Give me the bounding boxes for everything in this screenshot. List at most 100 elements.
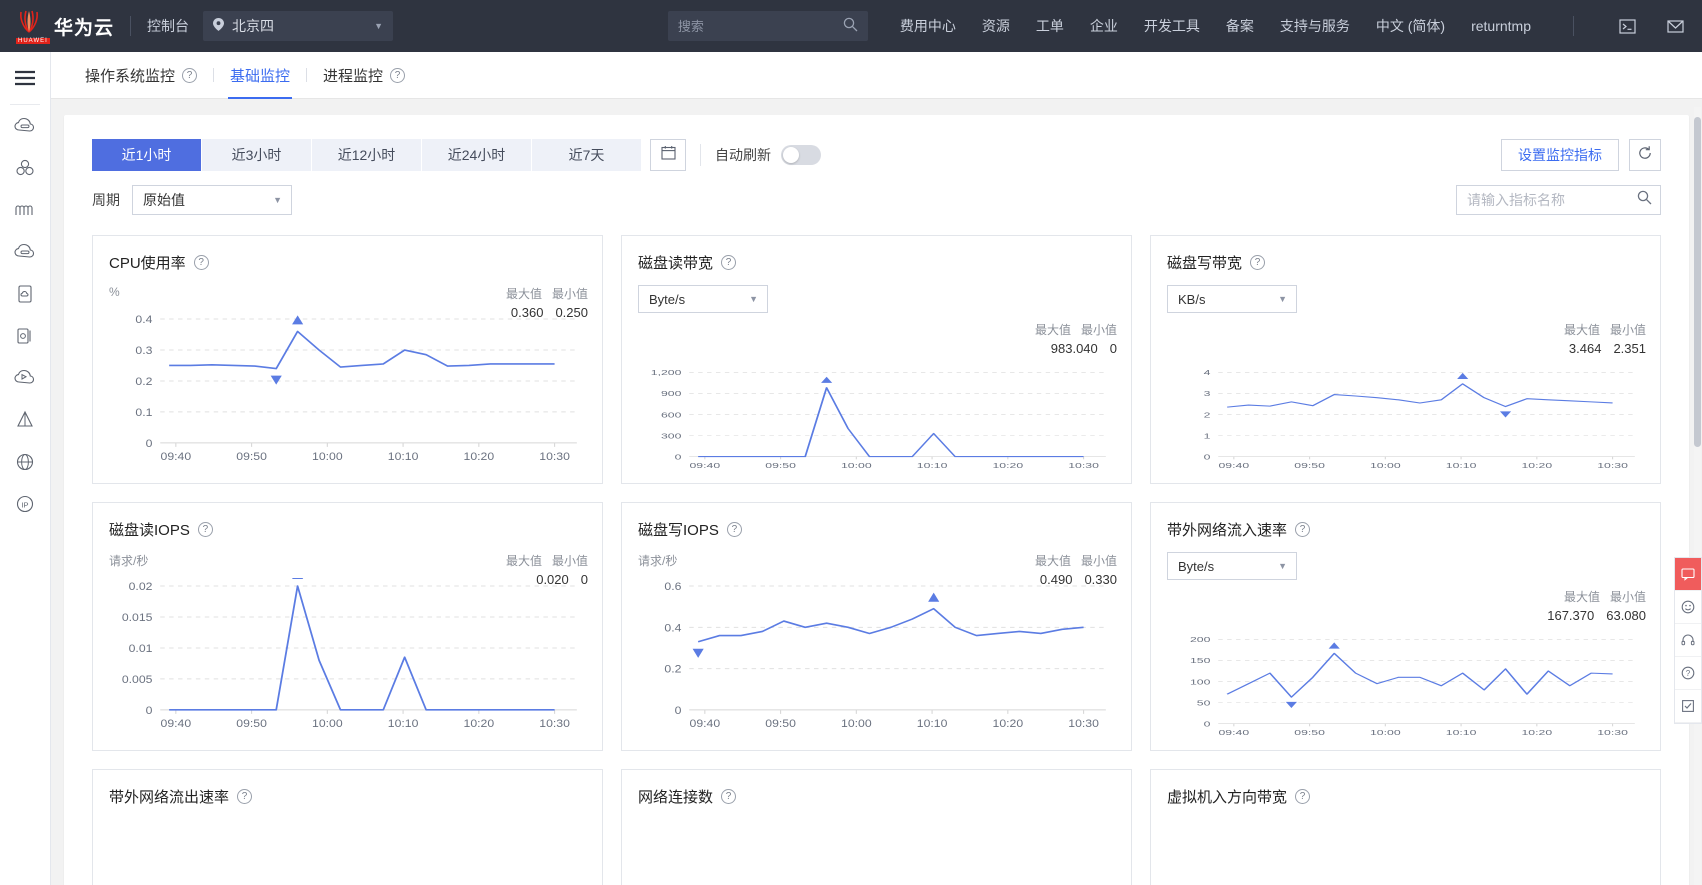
- region-selector[interactable]: 北京四 ▼: [203, 11, 394, 41]
- svg-text:0: 0: [1204, 453, 1211, 461]
- range-1h[interactable]: 近1小时: [92, 139, 202, 171]
- metric-card: 带外网络流入速率 ? Byte/s ▼ 最大值 最小值 167.370 63.080…: [1150, 502, 1661, 751]
- metric-stats: 最大值 最小值 3.464 2.351: [1564, 321, 1646, 359]
- tab-basic-monitor-label: 基础监控: [230, 67, 291, 85]
- period-select[interactable]: 原始值 ▼: [132, 185, 292, 215]
- pyramid-icon[interactable]: [0, 399, 50, 441]
- metric-chart-body: 最大值 最小值 3.464 2.351 4 3 2 1 0 09:40 09:50 10:00 10…: [1167, 321, 1646, 473]
- svg-text:09:50: 09:50: [765, 462, 796, 470]
- calendar-button[interactable]: [650, 139, 686, 171]
- svg-text:10:00: 10:00: [841, 462, 872, 470]
- nav-item-tickets[interactable]: 工单: [1036, 16, 1064, 36]
- help-icon[interactable]: ?: [390, 67, 406, 83]
- svg-text:0.005: 0.005: [122, 673, 153, 685]
- y-axis-unit: 请求/秒: [109, 554, 149, 568]
- metric-plot[interactable]: 200 150 100 50 0 09:40 09:50 10:00 10:10 10:20 10:…: [1167, 634, 1646, 740]
- nav-item-enterprise[interactable]: 企业: [1090, 16, 1118, 36]
- monitor-tabs: 操作系统监控 ? 基础监控 进程监控 ?: [51, 52, 1702, 99]
- metric-plot[interactable]: 0.6 0.4 0.2 0 09:40 09:50 10:00 10:10 10:20 10:30: [638, 578, 1117, 734]
- help-icon[interactable]: ?: [721, 255, 737, 270]
- cloud-deploy-icon[interactable]: [0, 357, 50, 399]
- help-icon[interactable]: ?: [1250, 255, 1266, 270]
- search-icon[interactable]: [1637, 190, 1652, 210]
- help-icon[interactable]: ?: [726, 522, 742, 537]
- help-icon[interactable]: ?: [197, 522, 213, 537]
- svg-text:09:40: 09:40: [690, 717, 721, 729]
- nav-item-account[interactable]: returntmp: [1471, 18, 1531, 34]
- feedback-icon[interactable]: [1675, 558, 1701, 591]
- tab-basic-monitor[interactable]: 基础监控: [228, 52, 293, 99]
- image-copies-icon[interactable]: [0, 315, 50, 357]
- cloud-server-icon[interactable]: [0, 105, 50, 147]
- smile-icon[interactable]: [1675, 591, 1701, 624]
- brand-logo[interactable]: HUAWEI 华为云: [0, 9, 114, 44]
- auto-refresh-toggle[interactable]: [781, 145, 821, 165]
- metric-card: 磁盘写IOPS ? 请求/秒 最大值 最小值 0.490 0.330 0.6 0.4 0…: [621, 502, 1132, 751]
- unit-select[interactable]: Byte/s ▼: [638, 285, 768, 313]
- help-icon[interactable]: ?: [1295, 522, 1311, 537]
- y-axis-unit: %: [109, 285, 120, 299]
- image-service-icon[interactable]: [0, 273, 50, 315]
- survey-icon[interactable]: [1675, 690, 1701, 723]
- service-headset-icon[interactable]: [1675, 624, 1701, 657]
- metric-chart-body: [1167, 819, 1646, 885]
- range-24h[interactable]: 近24小时: [422, 139, 532, 171]
- page-scrollbar[interactable]: [1694, 107, 1701, 885]
- mail-icon[interactable]: [1664, 16, 1686, 36]
- brand-sub-label: HUAWEI: [16, 38, 50, 44]
- scrollbar-thumb[interactable]: [1694, 117, 1701, 447]
- globe-icon[interactable]: [0, 441, 50, 483]
- console-link[interactable]: 控制台: [147, 16, 189, 36]
- svg-text:100: 100: [1190, 678, 1211, 686]
- toggle-knob: [783, 147, 799, 163]
- min-label: 最小值: [551, 287, 588, 301]
- nav-item-support[interactable]: 支持与服务: [1280, 16, 1350, 36]
- refresh-button[interactable]: [1629, 139, 1661, 171]
- help-icon[interactable]: ?: [193, 255, 209, 270]
- svg-text:600: 600: [661, 411, 682, 419]
- svg-text:10:30: 10:30: [1597, 729, 1628, 737]
- set-metrics-button[interactable]: 设置监控指标: [1501, 139, 1619, 171]
- metric-search[interactable]: [1456, 185, 1661, 215]
- nav-item-billing[interactable]: 费用中心: [900, 16, 956, 36]
- ip-address-icon[interactable]: IP: [0, 483, 50, 525]
- range-3h[interactable]: 近3小时: [202, 139, 312, 171]
- help-icon[interactable]: ?: [1675, 657, 1701, 690]
- svg-text:09:40: 09:40: [161, 717, 192, 729]
- global-search[interactable]: [667, 11, 868, 41]
- menu-toggle-button[interactable]: [0, 52, 50, 104]
- help-icon[interactable]: ?: [1295, 789, 1311, 804]
- metric-title: CPU使用率: [109, 255, 186, 272]
- tab-os-monitor[interactable]: 操作系统监控 ?: [83, 52, 199, 99]
- tab-divider-2: [306, 68, 308, 82]
- metric-plot[interactable]: 0.02 0.015 0.01 0.005 0 09:40 09:50 10:00 10:10 1…: [109, 578, 588, 734]
- nav-item-icp[interactable]: 备案: [1226, 16, 1254, 36]
- metric-search-input[interactable]: [1467, 192, 1637, 208]
- help-icon[interactable]: ?: [182, 67, 198, 83]
- nav-item-resources[interactable]: 资源: [982, 16, 1010, 36]
- nav-item-devtools[interactable]: 开发工具: [1144, 16, 1200, 36]
- help-icon[interactable]: ?: [237, 789, 253, 804]
- metric-title: 带外网络流出速率: [109, 789, 230, 806]
- tab-process-monitor[interactable]: 进程监控 ?: [321, 52, 407, 99]
- metric-plot[interactable]: 1,200 900 600 300 0 09:40 09:50 10:00 10:10 10:20…: [638, 367, 1117, 473]
- terminal-icon[interactable]: [1616, 16, 1638, 36]
- svg-text:900: 900: [661, 390, 682, 398]
- nav-item-language[interactable]: 中文 (简体): [1376, 16, 1445, 36]
- unit-select[interactable]: KB/s ▼: [1167, 285, 1297, 313]
- cloud-disk-icon[interactable]: [0, 231, 50, 273]
- metric-plot[interactable]: 4 3 2 1 0 09:40 09:50 10:00 10:10 10:20 10:30: [1167, 367, 1646, 473]
- range-12h[interactable]: 近12小时: [312, 139, 422, 171]
- chevron-down-icon: ▼: [273, 195, 282, 205]
- help-icon[interactable]: ?: [721, 789, 737, 804]
- metric-plot[interactable]: 0.4 0.3 0.2 0.1 0 09:40 09:50 10:00 10:10 10:20 10…: [109, 311, 588, 467]
- search-icon[interactable]: [843, 17, 858, 35]
- metric-card: 网络连接数 ?: [621, 769, 1132, 885]
- unit-select[interactable]: Byte/s ▼: [1167, 552, 1297, 580]
- svg-text:10:30: 10:30: [1597, 462, 1628, 470]
- global-search-input[interactable]: [677, 18, 843, 34]
- cluster-icon[interactable]: [0, 147, 50, 189]
- monitor-wave-icon[interactable]: [0, 189, 50, 231]
- svg-text:0.015: 0.015: [122, 612, 153, 624]
- range-7d[interactable]: 近7天: [532, 139, 642, 171]
